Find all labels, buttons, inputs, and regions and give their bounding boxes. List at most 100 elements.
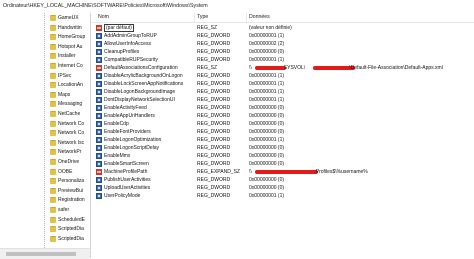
tree-folder-item[interactable]: safer bbox=[50, 206, 90, 214]
registry-value-row[interactable]: CleanupProfiles REG_DWORD 0x00000000 (0) bbox=[91, 48, 474, 56]
value-type: REG_DWORD bbox=[197, 129, 231, 135]
value-type: REG_SZ bbox=[197, 25, 218, 31]
value-type: REG_DWORD bbox=[197, 193, 231, 199]
tree-folder-item[interactable]: ScriptedDia bbox=[50, 235, 90, 243]
value-name: EnableFontProviders bbox=[104, 129, 151, 135]
value-type: REG_DWORD bbox=[197, 185, 231, 191]
registry-value-row[interactable]: DontDisplayNetworkSelectionUI REG_DWORD 0x… bbox=[91, 96, 474, 104]
folder-icon bbox=[50, 197, 56, 204]
value-name: EnableAppUriHandlers bbox=[104, 113, 155, 119]
registry-value-row[interactable]: UserPolicyMode REG_DWORD 0x00000001 (1) bbox=[91, 192, 474, 200]
tree-folder-item[interactable]: IPSec bbox=[50, 72, 90, 80]
folder-icon bbox=[50, 130, 56, 137]
tree-folder-item[interactable]: NetworkPr bbox=[50, 148, 90, 156]
binary-value-icon bbox=[96, 137, 102, 143]
value-name: CompatibleRUPSecurity bbox=[104, 57, 158, 63]
registry-value-row[interactable]: UploadUserActivities REG_DWORD 0x00000000 … bbox=[91, 184, 474, 192]
binary-value-icon bbox=[96, 161, 102, 167]
tree-folder-item[interactable]: GameUX bbox=[50, 14, 90, 22]
column-header-type[interactable]: Type bbox=[197, 14, 208, 21]
tree-folder-item[interactable]: LocationAn bbox=[50, 81, 90, 89]
binary-value-icon bbox=[96, 49, 102, 55]
tree-folder-item[interactable]: Registration bbox=[50, 196, 90, 204]
folder-icon bbox=[50, 226, 56, 233]
tree-folder-item[interactable]: Network Co bbox=[50, 129, 90, 137]
registry-value-row[interactable]: CompatibleRUPSecurity REG_DWORD 0x00000001… bbox=[91, 56, 474, 64]
binary-value-icon bbox=[96, 97, 102, 103]
registry-value-row[interactable]: DisableLockScreenAppNotifications REG_DWO… bbox=[91, 80, 474, 88]
value-name: CleanupProfiles bbox=[104, 49, 140, 55]
values-pane[interactable]: Nom Type Données ab (par défaut) REG_SZ (va… bbox=[91, 13, 474, 258]
folder-icon bbox=[50, 24, 56, 31]
registry-value-row[interactable]: EnableCdp REG_DWORD 0x00000000 (0) bbox=[91, 120, 474, 128]
tree-folder-item[interactable]: Hotspot Au bbox=[50, 43, 90, 51]
tree-folder-item[interactable]: PreviewBui bbox=[50, 187, 90, 195]
tree-horizontal-scrollbar[interactable] bbox=[0, 248, 90, 259]
column-separator[interactable] bbox=[194, 13, 195, 22]
tree-folder-label: Maps bbox=[58, 91, 71, 98]
registry-value-row[interactable]: EnableLogonOptimization REG_DWORD 0x000000… bbox=[91, 136, 474, 144]
tree-folder-label: LocationAn bbox=[58, 82, 84, 89]
registry-value-row[interactable]: ab (par défaut) REG_SZ (valeur non définie) bbox=[91, 24, 474, 32]
registry-value-row[interactable]: DisableLogonBackgroundImage REG_DWORD 0x00… bbox=[91, 88, 474, 96]
tree-folder-label: ScriptedDia bbox=[58, 226, 84, 233]
registry-value-row[interactable]: AddAdminGroupToRUP REG_DWORD 0x00000001 (1… bbox=[91, 32, 474, 40]
address-bar[interactable]: Ordinateur\HKEY_LOCAL_MACHINE\SOFTWARE\P… bbox=[0, 0, 474, 14]
value-type: REG_DWORD bbox=[197, 41, 231, 47]
tree-folder-item[interactable]: HomeGroup bbox=[50, 33, 90, 41]
value-name: AllowUserInfoAccess bbox=[104, 41, 151, 47]
tree-folder-item[interactable]: Personaliza bbox=[50, 177, 90, 185]
tree-folder-item[interactable]: Installer bbox=[50, 52, 90, 60]
registry-value-row[interactable]: EnableMmx REG_DWORD 0x00000000 (0) bbox=[91, 152, 474, 160]
binary-value-icon bbox=[96, 41, 102, 47]
tree-folder-label: Messaging bbox=[58, 101, 83, 108]
registry-value-row[interactable]: ab DefaultAssociationsConfiguration REG_SZ… bbox=[91, 64, 474, 72]
value-data: 0x00000000 (0) bbox=[249, 49, 285, 55]
tree-folder-item[interactable]: Network Isc bbox=[50, 139, 90, 147]
value-type: REG_SZ bbox=[197, 65, 218, 71]
value-name: PublishUserActivities bbox=[104, 177, 151, 183]
tree-connector-line bbox=[44, 13, 45, 258]
tree-folder-item[interactable]: Maps bbox=[50, 91, 90, 99]
registry-value-row[interactable]: EnableSmartScreen REG_DWORD 0x00000000 (0) bbox=[91, 160, 474, 168]
tree-folder-item[interactable]: Network Co bbox=[50, 120, 90, 128]
tree-folder-item[interactable]: ScriptedDia bbox=[50, 225, 90, 233]
scrollbar-thumb[interactable] bbox=[6, 252, 76, 256]
value-type: REG_DWORD bbox=[197, 89, 231, 95]
registry-value-row[interactable]: ab MachineProfilePath REG_EXPAND_SZ \\ Profi… bbox=[91, 168, 474, 176]
string-value-icon: ab bbox=[96, 169, 102, 175]
tree-folder-item[interactable]: OneDrive bbox=[50, 158, 90, 166]
tree-folder-item[interactable]: Messaging bbox=[50, 100, 90, 108]
registry-value-row[interactable]: AllowUserInfoAccess REG_DWORD 0x00000002 (… bbox=[91, 40, 474, 48]
registry-editor-window: Ordinateur\HKEY_LOCAL_MACHINE\SOFTWARE\P… bbox=[0, 0, 474, 259]
string-value-icon: ab bbox=[96, 65, 102, 71]
tree-folder-item[interactable]: Internet Co bbox=[50, 62, 90, 70]
folder-icon bbox=[50, 159, 56, 165]
tree-folder-label: Personaliza bbox=[58, 178, 85, 185]
tree-folder-item[interactable]: OOBE bbox=[50, 168, 90, 176]
column-header-name[interactable]: Nom bbox=[98, 14, 109, 21]
registry-value-row[interactable]: EnableAppUriHandlers REG_DWORD 0x00000000 … bbox=[91, 112, 474, 120]
tree-folder-item[interactable]: NetCache bbox=[50, 110, 90, 118]
registry-value-row[interactable]: EnableFontProviders REG_DWORD 0x00000000 (… bbox=[91, 128, 474, 136]
value-name: DisableLogonBackgroundImage bbox=[104, 89, 176, 95]
tree-folder-label: NetCache bbox=[58, 111, 81, 117]
tree-folder-item[interactable]: ScheduledE bbox=[50, 216, 90, 224]
folder-icon bbox=[50, 43, 56, 50]
value-name: AddAdminGroupToRUP bbox=[104, 33, 157, 39]
registry-value-row[interactable]: PublishUserActivities REG_DWORD 0x00000000… bbox=[91, 176, 474, 184]
registry-value-row[interactable]: EnableActivityFeed REG_DWORD 0x00000000 (0… bbox=[91, 104, 474, 112]
folder-icon bbox=[50, 34, 56, 41]
column-separator[interactable] bbox=[246, 13, 247, 22]
registry-value-row[interactable]: DisableAcrylicBackgroundOnLogon REG_DWORD… bbox=[91, 72, 474, 80]
folder-icon bbox=[50, 139, 56, 146]
column-header: Nom Type Données bbox=[91, 13, 474, 23]
value-name: DisableLockScreenAppNotifications bbox=[104, 81, 184, 87]
binary-value-icon bbox=[96, 153, 102, 159]
folder-icon bbox=[50, 216, 56, 223]
binary-value-icon bbox=[96, 121, 102, 127]
registry-tree-pane[interactable]: GameUX Handwritin HomeGroup Hotspot Au Insta… bbox=[0, 13, 91, 258]
registry-value-row[interactable]: EnableLogonScriptDelay REG_DWORD 0x0000000… bbox=[91, 144, 474, 152]
tree-folder-item[interactable]: Handwritin bbox=[50, 24, 90, 32]
column-header-data[interactable]: Données bbox=[249, 14, 270, 21]
